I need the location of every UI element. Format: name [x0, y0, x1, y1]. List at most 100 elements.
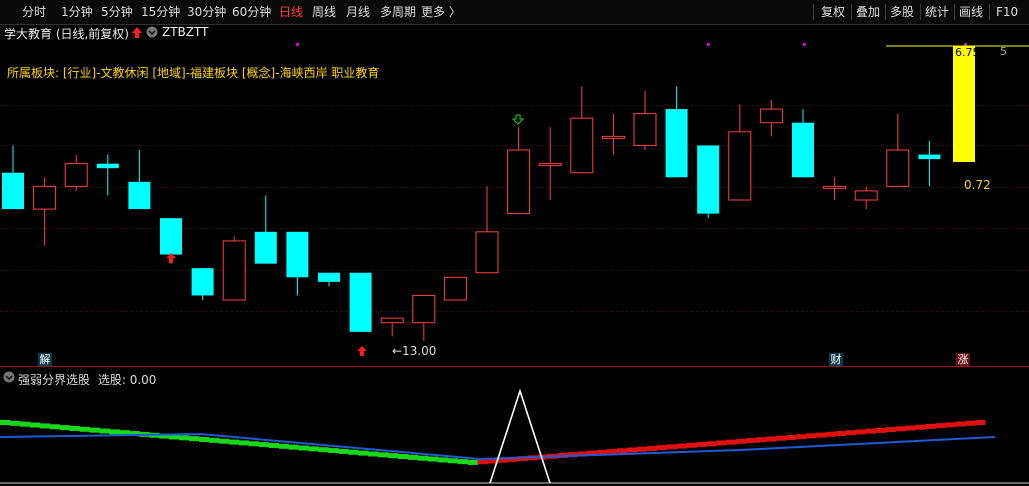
candle-body	[33, 185, 57, 210]
indicator-step	[646, 445, 658, 451]
indicator-step	[427, 456, 439, 462]
indicator-step	[935, 423, 946, 429]
indicator-step	[855, 429, 867, 435]
indicator-step	[288, 444, 299, 450]
candle-body	[254, 231, 277, 264]
candle-body	[64, 163, 88, 187]
candle-body	[96, 163, 119, 169]
candle-body	[128, 181, 151, 210]
indicator-step	[338, 448, 349, 454]
candle-body	[318, 272, 340, 282]
indicator-step	[895, 426, 906, 432]
indicator-step	[189, 436, 200, 442]
yellow-bar	[953, 46, 975, 162]
candle-body	[918, 154, 941, 160]
indicator-step	[686, 442, 697, 448]
indicator-step	[0, 420, 11, 425]
indicator-step	[885, 427, 896, 433]
green-down-arrow-icon	[511, 114, 525, 125]
candle-body	[570, 117, 594, 174]
indicator-step	[845, 430, 857, 436]
indicator-step	[676, 443, 688, 449]
indicator-step	[606, 449, 618, 455]
indicator-step	[39, 423, 51, 429]
high-value-label: 6.750	[955, 46, 987, 59]
indicator-step	[726, 439, 737, 445]
indicator-step	[477, 459, 489, 465]
indicator-step	[59, 425, 71, 431]
low-price-label: ←13.00	[392, 344, 437, 358]
indicator-step	[716, 440, 727, 446]
indicator-step	[756, 437, 767, 443]
signal-badge-finance: 财	[829, 353, 843, 367]
candle-body	[886, 149, 910, 187]
candle-body	[823, 185, 847, 189]
indicator-step	[99, 428, 110, 434]
candle-body	[160, 218, 182, 255]
purple-marker	[707, 43, 710, 46]
indicator-step	[49, 424, 61, 430]
indicator-step	[109, 429, 120, 435]
candle-body	[191, 268, 214, 296]
candle-body	[665, 109, 688, 178]
signal-badge-rise: 涨	[956, 353, 970, 367]
indicator-step	[228, 439, 240, 445]
signal-badge-unlock: 解	[38, 353, 52, 367]
indicator-step	[19, 421, 31, 427]
indicator-step	[825, 431, 837, 437]
indicator-step	[378, 452, 389, 458]
indicator-step	[696, 441, 707, 447]
indicator-step	[706, 441, 717, 447]
indicator-step	[198, 437, 210, 443]
indicator-step	[368, 451, 379, 457]
candle-body	[728, 131, 752, 201]
indicator-step	[865, 428, 877, 434]
indicator-step	[835, 430, 847, 436]
indicator-step	[467, 459, 479, 465]
indicator-step	[358, 450, 369, 456]
high-value-tail: 5	[1000, 45, 1007, 58]
indicator-step	[328, 448, 339, 454]
indicator-step	[457, 459, 469, 465]
candle-body	[286, 231, 309, 278]
candle-body	[222, 240, 246, 301]
indicator-step	[268, 442, 280, 448]
indicator-step	[616, 448, 628, 454]
indicator-step	[218, 438, 230, 444]
signal-spike	[489, 388, 551, 484]
indicator-step	[388, 453, 399, 459]
candle-body	[2, 172, 24, 210]
indicator-step	[975, 420, 986, 425]
red-up-arrow-icon	[357, 346, 367, 356]
indicator-step	[9, 420, 21, 426]
purple-marker	[296, 43, 299, 46]
candle-body	[349, 272, 372, 332]
candle-body	[792, 122, 814, 178]
indicator-step	[437, 457, 449, 463]
candle-body	[507, 149, 531, 215]
candle-body	[412, 294, 436, 324]
indicator-step	[69, 425, 81, 431]
indicator-step	[258, 442, 270, 448]
candle-body	[759, 108, 783, 124]
indicator-step	[965, 420, 976, 426]
indicator-step	[636, 446, 648, 452]
purple-marker	[803, 43, 806, 46]
indicator-step	[875, 427, 887, 433]
indicator-step	[208, 437, 220, 443]
candle-body	[443, 276, 467, 301]
candle-body	[601, 135, 625, 139]
indicator-step	[766, 436, 777, 442]
candle-body	[633, 113, 657, 146]
candle-body	[854, 190, 878, 201]
indicator-step	[447, 458, 459, 464]
indicator-step	[238, 440, 250, 446]
bar-value-label: 0.72	[964, 178, 991, 192]
indicator-step	[626, 447, 638, 453]
indicator-step	[407, 454, 419, 460]
indicator-step	[248, 441, 260, 447]
indicator-step	[656, 445, 668, 451]
indicator-step	[955, 421, 966, 427]
indicator-step	[805, 433, 817, 439]
indicator-step	[308, 446, 319, 452]
